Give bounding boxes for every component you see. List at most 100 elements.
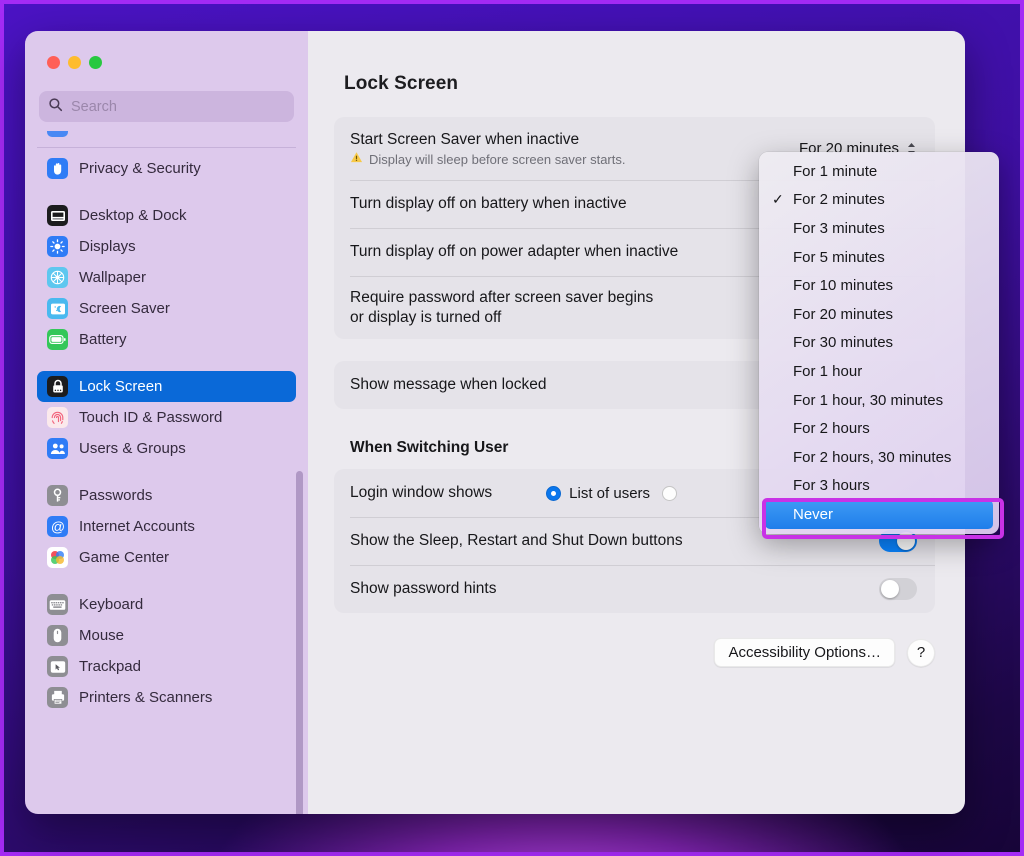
menu-item-label: For 1 minute [793, 162, 878, 180]
sidebar-item-label: Battery [79, 331, 127, 348]
radio-option-name-and-password[interactable] [662, 485, 678, 501]
minimize-window-button[interactable] [68, 56, 81, 69]
help-button[interactable]: ? [907, 638, 935, 667]
menu-item-never[interactable]: Never [765, 500, 993, 529]
sidebar-item-screen-saver[interactable]: Screen Saver [37, 293, 296, 324]
menu-item-for-1-minute[interactable]: For 1 minute [759, 157, 999, 186]
menu-item-for-10-minutes[interactable]: For 10 minutes [759, 271, 999, 300]
sidebar-item-passwords[interactable]: Passwords [37, 480, 296, 511]
sidebar-item-touch-id-password[interactable]: Touch ID & Password [37, 402, 296, 433]
sidebar-item-label: Displays [79, 238, 136, 255]
row-label: Login window shows [350, 484, 493, 502]
row-label: Show password hints [350, 580, 497, 598]
lock-icon [47, 376, 68, 397]
search-container [25, 81, 308, 131]
sidebar-item-wallpaper[interactable]: Wallpaper [37, 262, 296, 293]
game-center-icon [47, 547, 68, 568]
sidebar-item-label: Touch ID & Password [79, 409, 223, 426]
sidebar-item-partial[interactable] [37, 131, 296, 142]
menu-item-label: For 1 hour, 30 minutes [793, 391, 944, 409]
sidebar-item-label: Users & Groups [79, 440, 186, 457]
row-label: Require password after screen saver begi… [350, 288, 654, 326]
sidebar-item-printers-scanners[interactable]: Printers & Scanners [37, 682, 296, 713]
svg-text:@: @ [50, 519, 64, 535]
menu-item-for-2-hours[interactable]: For 2 hours [759, 414, 999, 443]
sidebar-item-label: Printers & Scanners [79, 689, 213, 706]
menu-item-label: For 2 hours, 30 minutes [793, 448, 952, 466]
row-text-block: Start Screen Saver when inactive Display… [350, 130, 626, 168]
dock-icon [47, 205, 68, 226]
menu-item-for-5-minutes[interactable]: For 5 minutes [759, 243, 999, 272]
menu-item-for-2-minutes[interactable]: ✓ For 2 minutes [759, 186, 999, 215]
login-window-radio-group: List of users [546, 485, 678, 502]
sidebar-item-label: Mouse [79, 627, 125, 644]
sidebar-item-displays[interactable]: Displays [37, 231, 296, 262]
sidebar-item-lock-screen[interactable]: Lock Screen [37, 371, 296, 402]
menu-item-label: For 10 minutes [793, 277, 894, 295]
radio-option-list-of-users[interactable]: List of users [546, 485, 650, 502]
sidebar-item-label: Passwords [79, 487, 153, 504]
keyboard-icon [47, 594, 68, 615]
menu-item-for-2-hours-30-minutes[interactable]: For 2 hours, 30 minutes [759, 443, 999, 472]
partial-icon [47, 131, 68, 137]
menu-item-for-30-minutes[interactable]: For 30 minutes [759, 329, 999, 358]
at-sign-icon: @ [47, 516, 68, 537]
menu-item-label: For 3 hours [793, 477, 870, 495]
search-field[interactable] [39, 91, 294, 122]
sidebar-item-internet-accounts[interactable]: @ Internet Accounts [37, 511, 296, 542]
toggle-password-hints[interactable] [879, 578, 917, 600]
toggle-knob [897, 532, 915, 550]
sidebar-item-privacy-security[interactable]: Privacy & Security [37, 153, 296, 184]
screen-saver-delay-dropdown-menu[interactable]: For 1 minute ✓ For 2 minutes For 3 minutes F… [759, 152, 999, 534]
menu-item-for-1-hour-30-minutes[interactable]: For 1 hour, 30 minutes [759, 386, 999, 415]
sidebar-item-mouse[interactable]: Mouse [37, 620, 296, 651]
page-title: Lock Screen [344, 73, 459, 94]
screensaver-icon [47, 298, 68, 319]
sidebar-items: Privacy & Security Desktop & Dock Displays… [37, 153, 296, 713]
menu-item-for-3-minutes[interactable]: For 3 minutes [759, 214, 999, 243]
menu-item-label: For 3 minutes [793, 219, 885, 237]
zoom-window-button[interactable] [89, 56, 102, 69]
trackpad-icon [47, 656, 68, 677]
menu-item-for-3-hours[interactable]: For 3 hours [759, 472, 999, 501]
radio-list-of-users[interactable] [546, 485, 562, 501]
sidebar-item-trackpad[interactable]: Trackpad [37, 651, 296, 682]
menu-item-for-1-hour[interactable]: For 1 hour [759, 357, 999, 386]
sidebar-item-game-center[interactable]: Game Center [37, 542, 296, 573]
close-window-button[interactable] [47, 56, 60, 69]
sidebar-item-label: Keyboard [79, 596, 144, 613]
row-label: Turn display off on battery when inactiv… [350, 195, 627, 213]
sidebar-item-desktop-dock[interactable]: Desktop & Dock [37, 200, 296, 231]
brightness-icon [47, 236, 68, 257]
search-input[interactable] [71, 98, 285, 115]
radio-label: List of users [569, 484, 651, 502]
row-show-password-hints: Show password hints [334, 565, 935, 613]
accessibility-options-button[interactable]: Accessibility Options… [714, 638, 895, 667]
sidebar-item-label: Privacy & Security [79, 160, 201, 177]
radio-name-and-password[interactable] [662, 485, 678, 501]
warning-text: Display will sleep before screen saver s… [369, 151, 626, 167]
menu-item-label: For 20 minutes [793, 305, 894, 323]
desktop-wallpaper: Privacy & Security Desktop & Dock Displays… [0, 0, 1024, 856]
sidebar-scrollbar[interactable] [296, 471, 303, 814]
battery-icon [47, 329, 68, 350]
sidebar-item-battery[interactable]: Battery [37, 324, 296, 355]
sidebar-item-label: Trackpad [79, 658, 141, 675]
search-icon [48, 97, 63, 117]
menu-item-label: Never [793, 505, 834, 523]
sidebar-item-list: Privacy & Security Desktop & Dock Displays… [25, 131, 308, 814]
menu-item-label: For 1 hour [793, 362, 863, 380]
hand-raised-icon [47, 158, 68, 179]
row-label: Turn display off on power adapter when i… [350, 243, 679, 261]
menu-item-for-20-minutes[interactable]: For 20 minutes [759, 300, 999, 329]
menu-item-label: For 5 minutes [793, 248, 885, 266]
menu-item-label: For 2 minutes [793, 191, 885, 209]
fingerprint-icon [47, 407, 68, 428]
sidebar-item-users-groups[interactable]: Users & Groups [37, 433, 296, 464]
sidebar-item-label: Desktop & Dock [79, 207, 187, 224]
sidebar-item-keyboard[interactable]: Keyboard [37, 589, 296, 620]
key-icon [47, 485, 68, 506]
